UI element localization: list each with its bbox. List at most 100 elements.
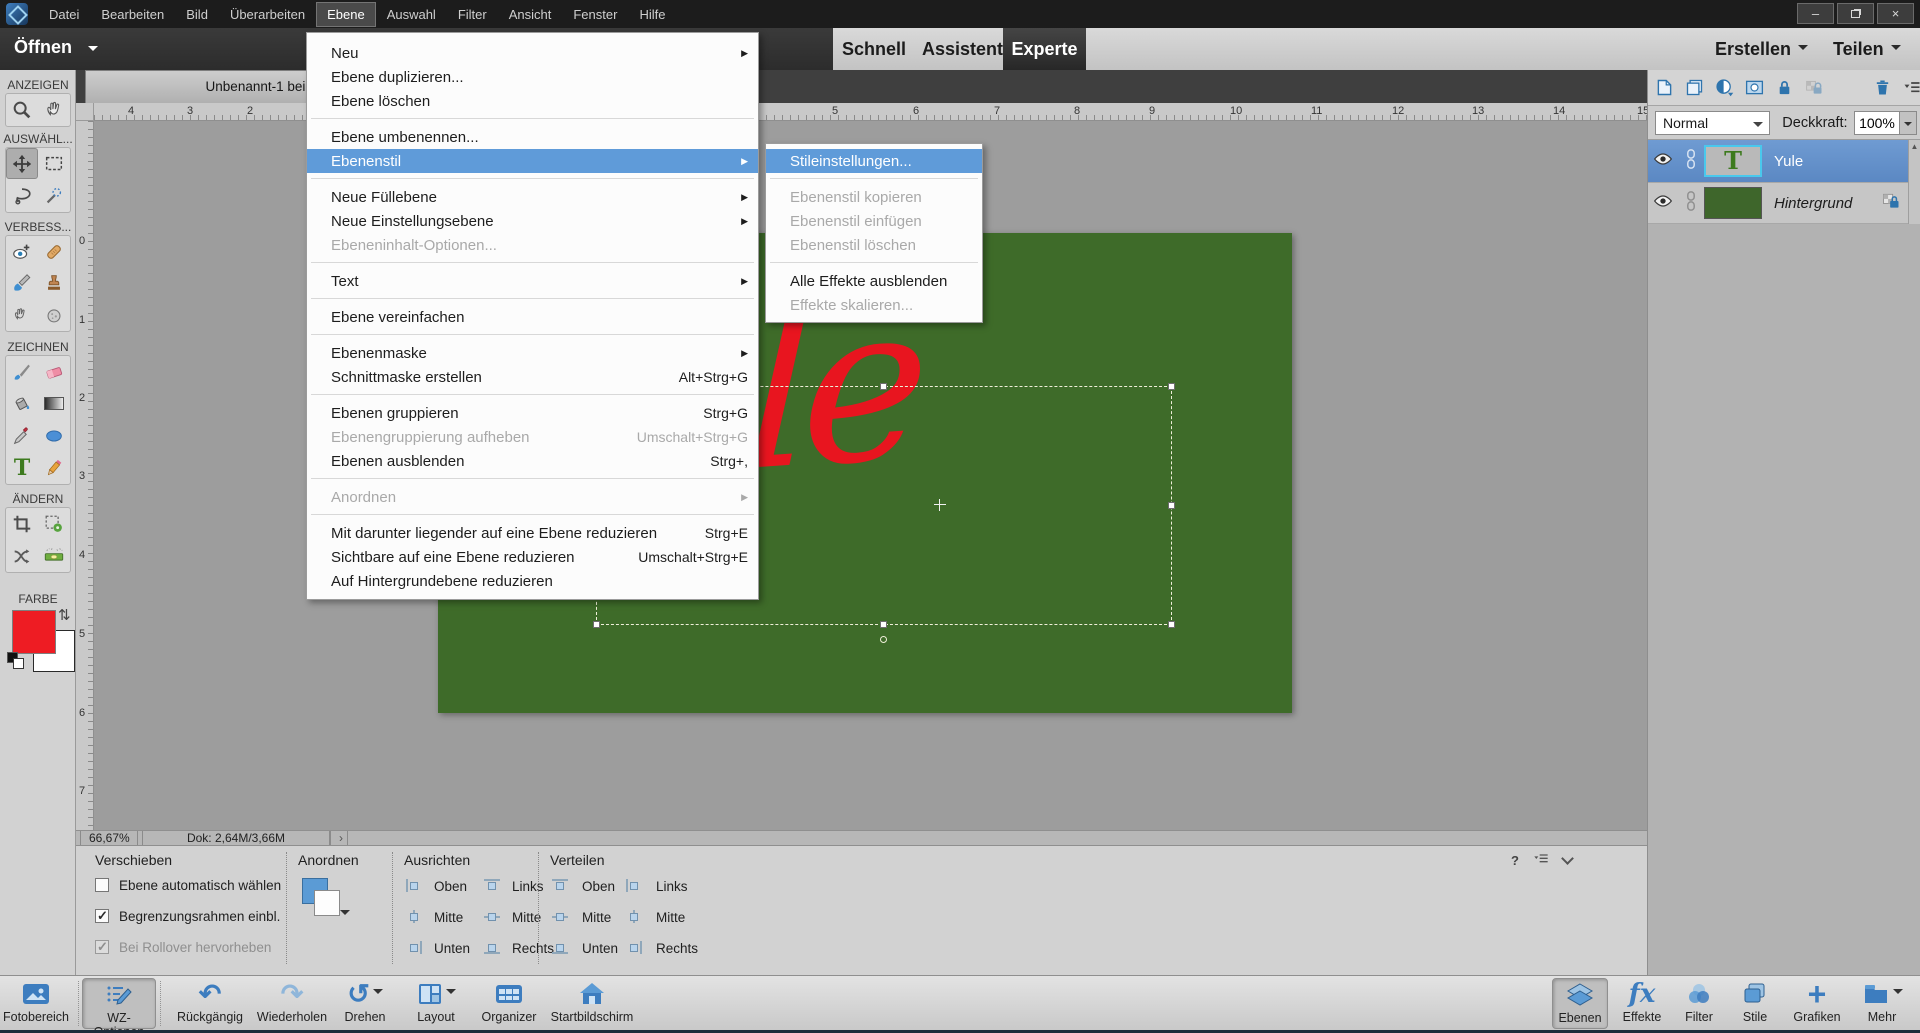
taskbar-wz-optionen[interactable]: WZ-Optionen [82, 978, 156, 1029]
create-button[interactable]: Erstellen [1715, 28, 1808, 70]
pencil-tool[interactable] [38, 452, 70, 483]
taskbar-stile[interactable]: Stile [1730, 978, 1780, 1029]
menu-item-ebene-duplizieren[interactable]: Ebene duplizieren... [307, 65, 758, 89]
menu-item-ebene-vereinfachen[interactable]: Ebene vereinfachen [307, 305, 758, 329]
type-tool[interactable]: T [6, 452, 38, 483]
arrange-dropdown[interactable] [302, 878, 346, 922]
open-dropdown-caret-icon[interactable] [88, 46, 98, 56]
default-colors-white[interactable] [13, 658, 24, 669]
layer-link-icon[interactable] [1678, 148, 1704, 175]
smart-brush-tool[interactable] [6, 268, 38, 299]
layer-thumbnail-background[interactable] [1704, 187, 1762, 219]
layer-row-yule[interactable]: T Yule [1648, 140, 1909, 182]
distribute-right-label[interactable]: Rechts [656, 941, 698, 956]
taskbar-rueckgaengig[interactable]: ↶ Rückgängig [168, 978, 252, 1029]
menu-item-text[interactable]: Text▶ [307, 269, 758, 293]
new-group-icon[interactable] [1684, 77, 1705, 98]
menubar-item-ueberarbeiten[interactable]: Überarbeiten [219, 2, 316, 27]
blend-mode-select[interactable]: Normal [1655, 111, 1770, 135]
align-left-icon[interactable] [484, 879, 500, 892]
align-middle-icon[interactable] [406, 910, 422, 923]
auto-select-layer-checkbox[interactable] [95, 878, 109, 892]
eraser-tool[interactable] [38, 356, 70, 387]
status-expander[interactable]: › [330, 831, 348, 846]
menubar-item-bearbeiten[interactable]: Bearbeiten [90, 2, 175, 27]
open-button[interactable]: Öffnen [14, 37, 72, 58]
new-layer-icon[interactable] [1654, 77, 1675, 98]
layers-scrollbar[interactable]: ▲ [1908, 140, 1920, 224]
distribute-center-icon[interactable] [626, 910, 642, 923]
menu-item-neu[interactable]: Neu▶ [307, 41, 758, 65]
distribute-right-icon[interactable] [626, 941, 642, 954]
distribute-left-label[interactable]: Links [656, 879, 688, 894]
align-center-icon[interactable] [484, 910, 500, 923]
selection-handle[interactable] [1168, 621, 1175, 628]
menu-item-mit-darunter-reduzieren[interactable]: Mit darunter liegender auf eine Ebene re… [307, 521, 758, 545]
taskbar-wiederholen[interactable]: ↷ Wiederholen [250, 978, 334, 1029]
menu-item-schnittmaske-erstellen[interactable]: Schnittmaske erstellenAlt+Strg+G [307, 365, 758, 389]
gradient-tool[interactable] [38, 388, 70, 419]
distribute-top-icon[interactable] [552, 879, 568, 892]
distribute-middle-label[interactable]: Mitte [582, 910, 611, 925]
layer-name[interactable]: Hintergrund [1774, 195, 1852, 212]
menu-item-ebenen-gruppieren[interactable]: Ebenen gruppierenStrg+G [307, 401, 758, 425]
menu-item-neue-fuellebene[interactable]: Neue Füllebene▶ [307, 185, 758, 209]
layer-thumbnail-text[interactable]: T [1704, 145, 1762, 177]
content-aware-move-tool[interactable] [6, 540, 38, 571]
crop-tool[interactable] [6, 508, 38, 539]
align-center-label[interactable]: Mitte [512, 910, 541, 925]
selection-handle[interactable] [593, 621, 600, 628]
menu-item-ebenenstil[interactable]: Ebenenstil▶ [307, 149, 758, 173]
align-top-icon[interactable] [406, 879, 422, 892]
submenu-item-alle-effekte-ausblenden[interactable]: Alle Effekte ausblenden [766, 269, 982, 293]
shape-tool[interactable] [38, 420, 70, 451]
taskbar-ebenen[interactable]: Ebenen [1552, 978, 1608, 1029]
taskbar-startbildschirm[interactable]: Startbildschirm [542, 978, 642, 1029]
menubar-item-ebene[interactable]: Ebene [316, 2, 376, 27]
taskbar-mehr[interactable]: Mehr [1852, 978, 1912, 1029]
eyedropper-tool[interactable] [6, 420, 38, 451]
background-lock-icon[interactable] [1881, 191, 1901, 216]
menu-item-ebene-loeschen[interactable]: Ebene löschen [307, 89, 758, 113]
submenu-item-stileinstellungen[interactable]: Stileinstellungen... [766, 149, 982, 173]
minimize-button[interactable]: – [1797, 3, 1834, 24]
selection-handle[interactable] [880, 383, 887, 390]
selection-handle[interactable] [1168, 383, 1175, 390]
tab-schnell[interactable]: Schnell [842, 28, 906, 70]
panel-list-icon[interactable] [1533, 852, 1549, 869]
spot-healing-brush-tool[interactable] [38, 236, 70, 267]
taskbar-drehen[interactable]: ↺ Drehen [330, 978, 400, 1029]
recompose-tool[interactable] [38, 508, 70, 539]
align-bottom-icon[interactable] [406, 941, 422, 954]
hand-tool[interactable] [38, 94, 70, 125]
quick-selection-tool[interactable] [38, 180, 70, 211]
distribute-middle-icon[interactable] [552, 910, 568, 923]
show-bounding-box-checkbox[interactable] [95, 909, 109, 923]
sponge-tool[interactable] [38, 299, 70, 330]
taskbar-grafiken[interactable]: + Grafiken [1784, 978, 1850, 1029]
straighten-tool[interactable] [38, 540, 70, 571]
brush-tool[interactable] [6, 356, 38, 387]
delete-layer-icon[interactable] [1872, 77, 1893, 98]
menubar-item-filter[interactable]: Filter [447, 2, 498, 27]
red-eye-removal-tool[interactable] [6, 236, 38, 267]
menubar-item-hilfe[interactable]: Hilfe [628, 2, 676, 27]
menu-item-ebenen-ausblenden[interactable]: Ebenen ausblendenStrg+, [307, 449, 758, 473]
blur-tool[interactable] [6, 299, 38, 330]
paint-bucket-tool[interactable] [6, 388, 38, 419]
align-top-label[interactable]: Oben [434, 879, 467, 894]
selection-handle[interactable] [880, 621, 887, 628]
distribute-bottom-icon[interactable] [552, 941, 568, 954]
menu-item-ebenenmaske[interactable]: Ebenenmaske▶ [307, 341, 758, 365]
zoom-tool[interactable] [6, 94, 38, 125]
highlight-on-rollover-checkbox[interactable] [95, 940, 109, 954]
layer-visibility-eye-icon[interactable] [1648, 193, 1678, 214]
help-icon[interactable]: ? [1511, 853, 1519, 868]
menu-item-sichtbare-reduzieren[interactable]: Sichtbare auf eine Ebene reduzierenUmsch… [307, 545, 758, 569]
taskbar-filter[interactable]: Filter [1672, 978, 1726, 1029]
selection-handle[interactable] [1168, 502, 1175, 509]
menu-item-auf-hintergrundebene-reduzieren[interactable]: Auf Hintergrundebene reduzieren [307, 569, 758, 593]
menubar-item-datei[interactable]: Datei [38, 2, 90, 27]
menu-item-ebene-umbenennen[interactable]: Ebene umbenennen... [307, 125, 758, 149]
tab-assistent[interactable]: Assistent [922, 28, 1003, 70]
